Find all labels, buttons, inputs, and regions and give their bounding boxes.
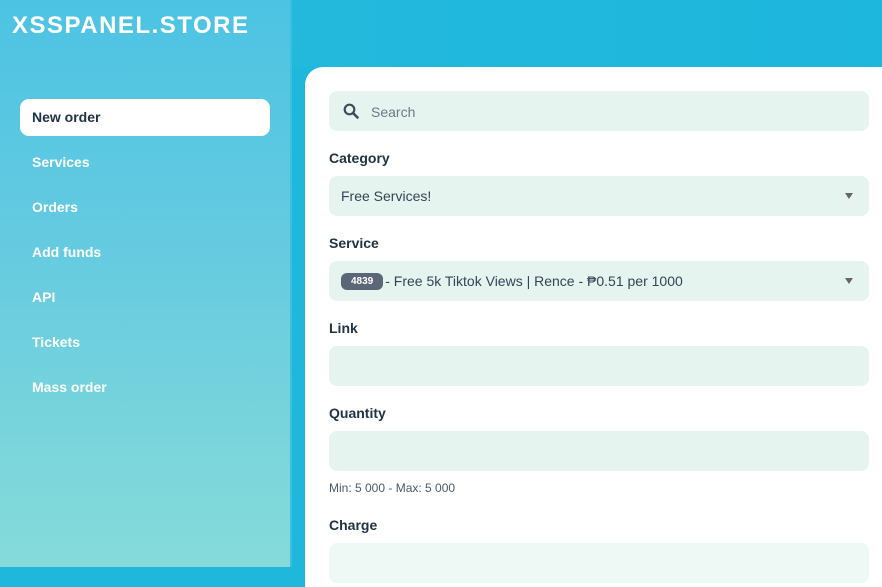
search-icon (343, 103, 359, 119)
charge-label: Charge (329, 517, 378, 533)
top-bar (292, 0, 882, 67)
sidebar: XSSPANEL.STORE New order Services Orders… (0, 0, 290, 567)
brand-logo[interactable]: XSSPANEL.STORE (12, 12, 250, 40)
sidebar-item-api[interactable]: API (20, 279, 270, 316)
service-description: - Free 5k Tiktok Views | Rence - ₱0.51 p… (385, 273, 683, 289)
sidebar-item-new-order[interactable]: New order (20, 99, 270, 136)
category-select[interactable]: Free Services! (329, 176, 869, 216)
new-order-form: Category Free Services! Service 4839- Fr… (305, 67, 882, 587)
search-input[interactable] (369, 91, 853, 133)
category-selected-value: Free Services! (341, 188, 432, 204)
sidebar-nav: New order Services Orders Add funds API … (20, 99, 270, 414)
sidebar-item-orders[interactable]: Orders (20, 189, 270, 226)
link-field[interactable] (329, 346, 869, 386)
category-label: Category (329, 150, 390, 166)
service-select[interactable]: 4839- Free 5k Tiktok Views | Rence - ₱0.… (329, 261, 869, 301)
sidebar-item-add-funds[interactable]: Add funds (20, 234, 270, 271)
chevron-down-icon (845, 278, 853, 284)
quantity-field[interactable] (329, 431, 869, 471)
sidebar-divider (290, 0, 292, 567)
link-label: Link (329, 320, 358, 336)
service-selected-value: 4839- Free 5k Tiktok Views | Rence - ₱0.… (341, 261, 683, 301)
quantity-hint: Min: 5 000 - Max: 5 000 (329, 481, 456, 495)
service-label: Service (329, 235, 379, 251)
chevron-down-icon (845, 193, 853, 199)
service-id-badge: 4839 (341, 272, 384, 290)
sidebar-item-tickets[interactable]: Tickets (20, 324, 270, 361)
charge-field (329, 543, 869, 583)
sidebar-item-services[interactable]: Services (20, 144, 270, 181)
sidebar-item-mass-order[interactable]: Mass order (20, 369, 270, 406)
quantity-label: Quantity (329, 405, 386, 421)
search-box[interactable] (329, 91, 869, 133)
